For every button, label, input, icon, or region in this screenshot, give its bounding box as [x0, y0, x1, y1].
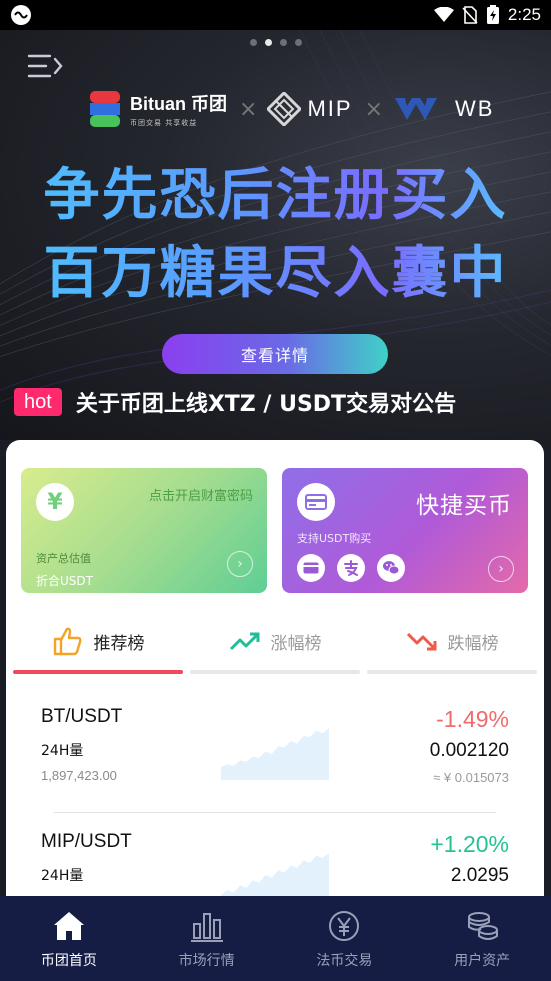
quick-buy-title: 快捷买币 [416, 493, 512, 519]
mip-name: MIP [307, 96, 353, 121]
alipay-icon [337, 554, 365, 582]
assets-total-label: 资产总估值 [36, 552, 91, 565]
bituan-slogan: 币团交易 共享收益 [130, 119, 198, 127]
trend-up-icon [229, 632, 259, 651]
volume-value: 1,897,423.00 [41, 768, 117, 783]
change-percent: -1.49% [436, 706, 509, 732]
banner-headline-1: 争先恐后注册买入 [0, 150, 551, 231]
bank-card-icon [297, 554, 325, 582]
carousel-dot-active[interactable] [264, 39, 272, 46]
nav-market-label: 市场行情 [178, 952, 235, 969]
pair-name: BT/USDT [41, 706, 123, 727]
assets-card[interactable]: ¥ 点击开启财富密码 资产总估值 折合USDT › [21, 468, 267, 593]
tab-gainers[interactable]: 涨幅榜 [190, 608, 360, 674]
mip-logo-icon [267, 92, 302, 126]
tab-recommended[interactable]: 推荐榜 [13, 608, 183, 674]
change-percent: +1.20% [430, 831, 509, 857]
yen-coin-icon [329, 910, 360, 941]
volume-label: 24H量 [41, 743, 84, 759]
partner-separator: × [239, 96, 258, 122]
tab-gainers-label: 涨幅榜 [270, 633, 322, 654]
carousel-dot[interactable] [249, 39, 257, 46]
chevron-right-icon[interactable]: › [227, 551, 253, 577]
status-right: 2:25 [433, 5, 541, 25]
view-details-button[interactable]: 查看详情 [162, 334, 388, 374]
coins-stack-icon [468, 911, 499, 940]
carousel-indicator [0, 39, 551, 46]
sparkline-area [221, 728, 329, 780]
carousel-dot[interactable] [294, 39, 302, 46]
sparkline-chart [221, 728, 329, 780]
home-icon [53, 911, 84, 940]
cny-price: ≈ ¥ 0.015073 [433, 770, 509, 785]
app-notification-icon [11, 5, 31, 25]
bituan-name: Bituan 币团 [130, 94, 227, 114]
status-time: 2:25 [507, 5, 541, 24]
ranking-tabs: 推荐榜 涨幅榜 跌幅榜 [13, 608, 537, 674]
partner-logos: Bituan 币团 币团交易 共享收益 × MIP × WB [90, 90, 494, 128]
credit-card-icon [297, 483, 335, 521]
bituan-logo-icon [90, 91, 120, 127]
nav-market[interactable]: 市场行情 [138, 896, 276, 981]
nav-home-label: 币团首页 [40, 952, 97, 969]
nav-assets-label: 用户资产 [454, 952, 511, 969]
payment-methods [297, 554, 405, 582]
assets-unit-label: 折合USDT [36, 574, 93, 588]
chevron-right-icon[interactable]: › [488, 556, 514, 582]
announcement-text[interactable]: 关于币团上线XTZ / USDT交易对公告 [76, 386, 456, 418]
pair-name: MIP/USDT [41, 831, 132, 852]
wb-name: WB [455, 96, 495, 121]
bottom-nav: 币团首页 市场行情 法币交易 用户资产 [0, 896, 551, 981]
wb-logo-icon [395, 98, 437, 120]
tab-losers[interactable]: 跌幅榜 [367, 608, 537, 674]
nav-otc[interactable]: 法币交易 [276, 896, 414, 981]
trend-down-icon [406, 632, 436, 651]
promo-banner[interactable]: Bituan 币团 币团交易 共享收益 × MIP × WB 争先恐后注册买入 … [0, 30, 551, 440]
banner-headline-2: 百万糖果尽入囊中 [0, 228, 551, 309]
tab-indicator [190, 670, 360, 674]
quick-buy-card[interactable]: 快捷买币 支持USDT购买 › [282, 468, 528, 593]
announcement-bar[interactable]: hot 关于币团上线XTZ / USDT交易对公告 [14, 386, 456, 418]
assets-card-tip: 点击开启财富密码 [148, 489, 253, 504]
battery-charging-icon [486, 5, 499, 24]
last-price: 0.002120 [429, 740, 509, 761]
carousel-dot[interactable] [279, 39, 287, 46]
tab-indicator [367, 670, 537, 674]
menu-expand-icon[interactable] [26, 52, 66, 80]
bituan-brand: Bituan 币团 币团交易 共享收益 [130, 90, 227, 128]
nav-home[interactable]: 币团首页 [0, 896, 138, 981]
partner-separator: × [364, 96, 383, 122]
no-sim-icon [462, 6, 478, 24]
last-price: 2.0295 [450, 865, 509, 886]
coin-row-mip[interactable]: MIP/USDT 24H量 +1.20% 2.0295 [6, 827, 544, 900]
sparkline-chart [221, 853, 329, 900]
main-panel: ¥ 点击开启财富密码 资产总估值 折合USDT › 快捷买币 支持USDT购买 … [6, 440, 544, 900]
bar-chart-icon [190, 912, 223, 942]
wifi-icon [433, 7, 454, 22]
volume-label: 24H量 [41, 868, 84, 884]
sparkline-area [221, 853, 329, 900]
yen-icon: ¥ [36, 483, 74, 521]
thumbs-up-icon [53, 627, 81, 656]
wechat-pay-icon [377, 554, 405, 582]
status-bar: 2:25 [0, 0, 551, 30]
nav-assets[interactable]: 用户资产 [413, 896, 551, 981]
status-left [10, 4, 32, 26]
tab-recommended-label: 推荐榜 [93, 633, 145, 654]
row-divider [54, 812, 496, 813]
tab-losers-label: 跌幅榜 [447, 633, 499, 654]
quick-buy-sub: 支持USDT购买 [297, 532, 372, 545]
tab-indicator-active [13, 670, 183, 674]
nav-otc-label: 法币交易 [316, 952, 373, 969]
coin-row-bt[interactable]: BT/USDT 24H量 1,897,423.00 -1.49% 0.00212… [6, 702, 544, 812]
hot-badge: hot [14, 388, 62, 416]
